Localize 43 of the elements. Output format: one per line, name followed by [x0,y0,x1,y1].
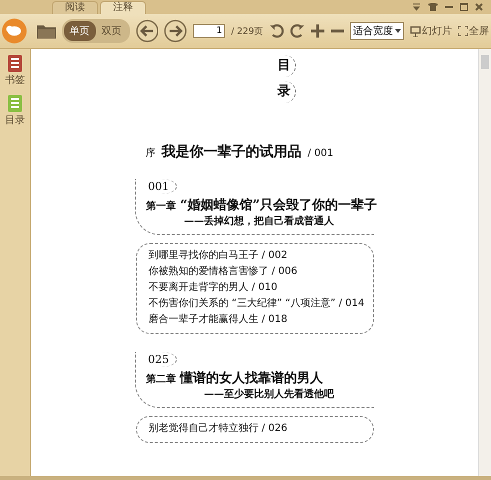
chapter-subtitle: ——至少要比别人先看透他吧 [204,388,334,401]
section-link[interactable]: 不伤害你们关系的 “三大纪律” “八项注意” / 014 [148,297,362,311]
preface-label: 序 [146,146,156,160]
chapter-label: 第一章 [146,199,176,213]
rotate-right-icon[interactable] [290,23,306,39]
heading-character: 录 [273,81,296,103]
rotate-left-icon[interactable] [269,23,284,39]
chapter-number: 025 [146,352,177,367]
page-number: / 001 [308,148,334,159]
preface-title: 我是你一辈子的试用品 [162,143,302,161]
tab[interactable]: 阅读 [52,1,98,14]
section-link[interactable]: 别老觉得自己才特立独行 / 026 [148,422,362,436]
chapter-subtitle: ——丢掉幻想，把自己看成普通人 [184,214,334,228]
minimize-icon[interactable] [445,3,453,11]
chapter-title: “婚姻蜡像馆”只会毁了你的一辈子 [180,196,377,214]
page-number-field[interactable]: 1 [193,24,226,38]
close-icon[interactable] [475,3,483,11]
view-mode-button[interactable]: 双页 [96,21,128,41]
sidebar-item[interactable]: 书签 [5,55,25,87]
zoom-dropdown[interactable]: 适合宽度 [350,22,404,40]
menu-icon[interactable] [412,3,421,11]
scrollbar[interactable] [478,49,491,476]
chapter-label: 第二章 [146,372,176,386]
section-link[interactable]: 到哪里寻找你的白马王子 / 002 [148,249,362,263]
caret-icon [394,29,401,33]
section-link[interactable]: 不要离开走背字的男人 / 010 [148,281,362,295]
chapter-title: 懂谱的女人找靠谱的男人 [180,370,323,387]
projector-screen-icon [410,26,421,36]
tab[interactable]: 注释 [100,1,146,14]
page-total: / 229页 [231,26,264,38]
sidebar-item[interactable]: 目录 [5,95,25,127]
section-link[interactable]: 磨合一辈子才能赢得人生 / 018 [148,313,362,327]
folder-icon[interactable] [36,23,56,39]
chapter-number: 001 [146,179,177,194]
heading-character: 目 [273,55,296,77]
expand-icon [458,26,468,36]
slideshow-button[interactable]: 幻灯片 [410,24,452,38]
view-mode-button[interactable]: 单页 [64,21,96,41]
fullscreen-button[interactable]: 全屏 [458,24,489,38]
plus-icon[interactable] [311,24,325,38]
shirt-icon[interactable] [428,3,438,11]
section-link[interactable]: 你被熟知的爱情格言害惨了 / 006 [148,265,362,279]
maximize-icon[interactable] [460,3,468,11]
